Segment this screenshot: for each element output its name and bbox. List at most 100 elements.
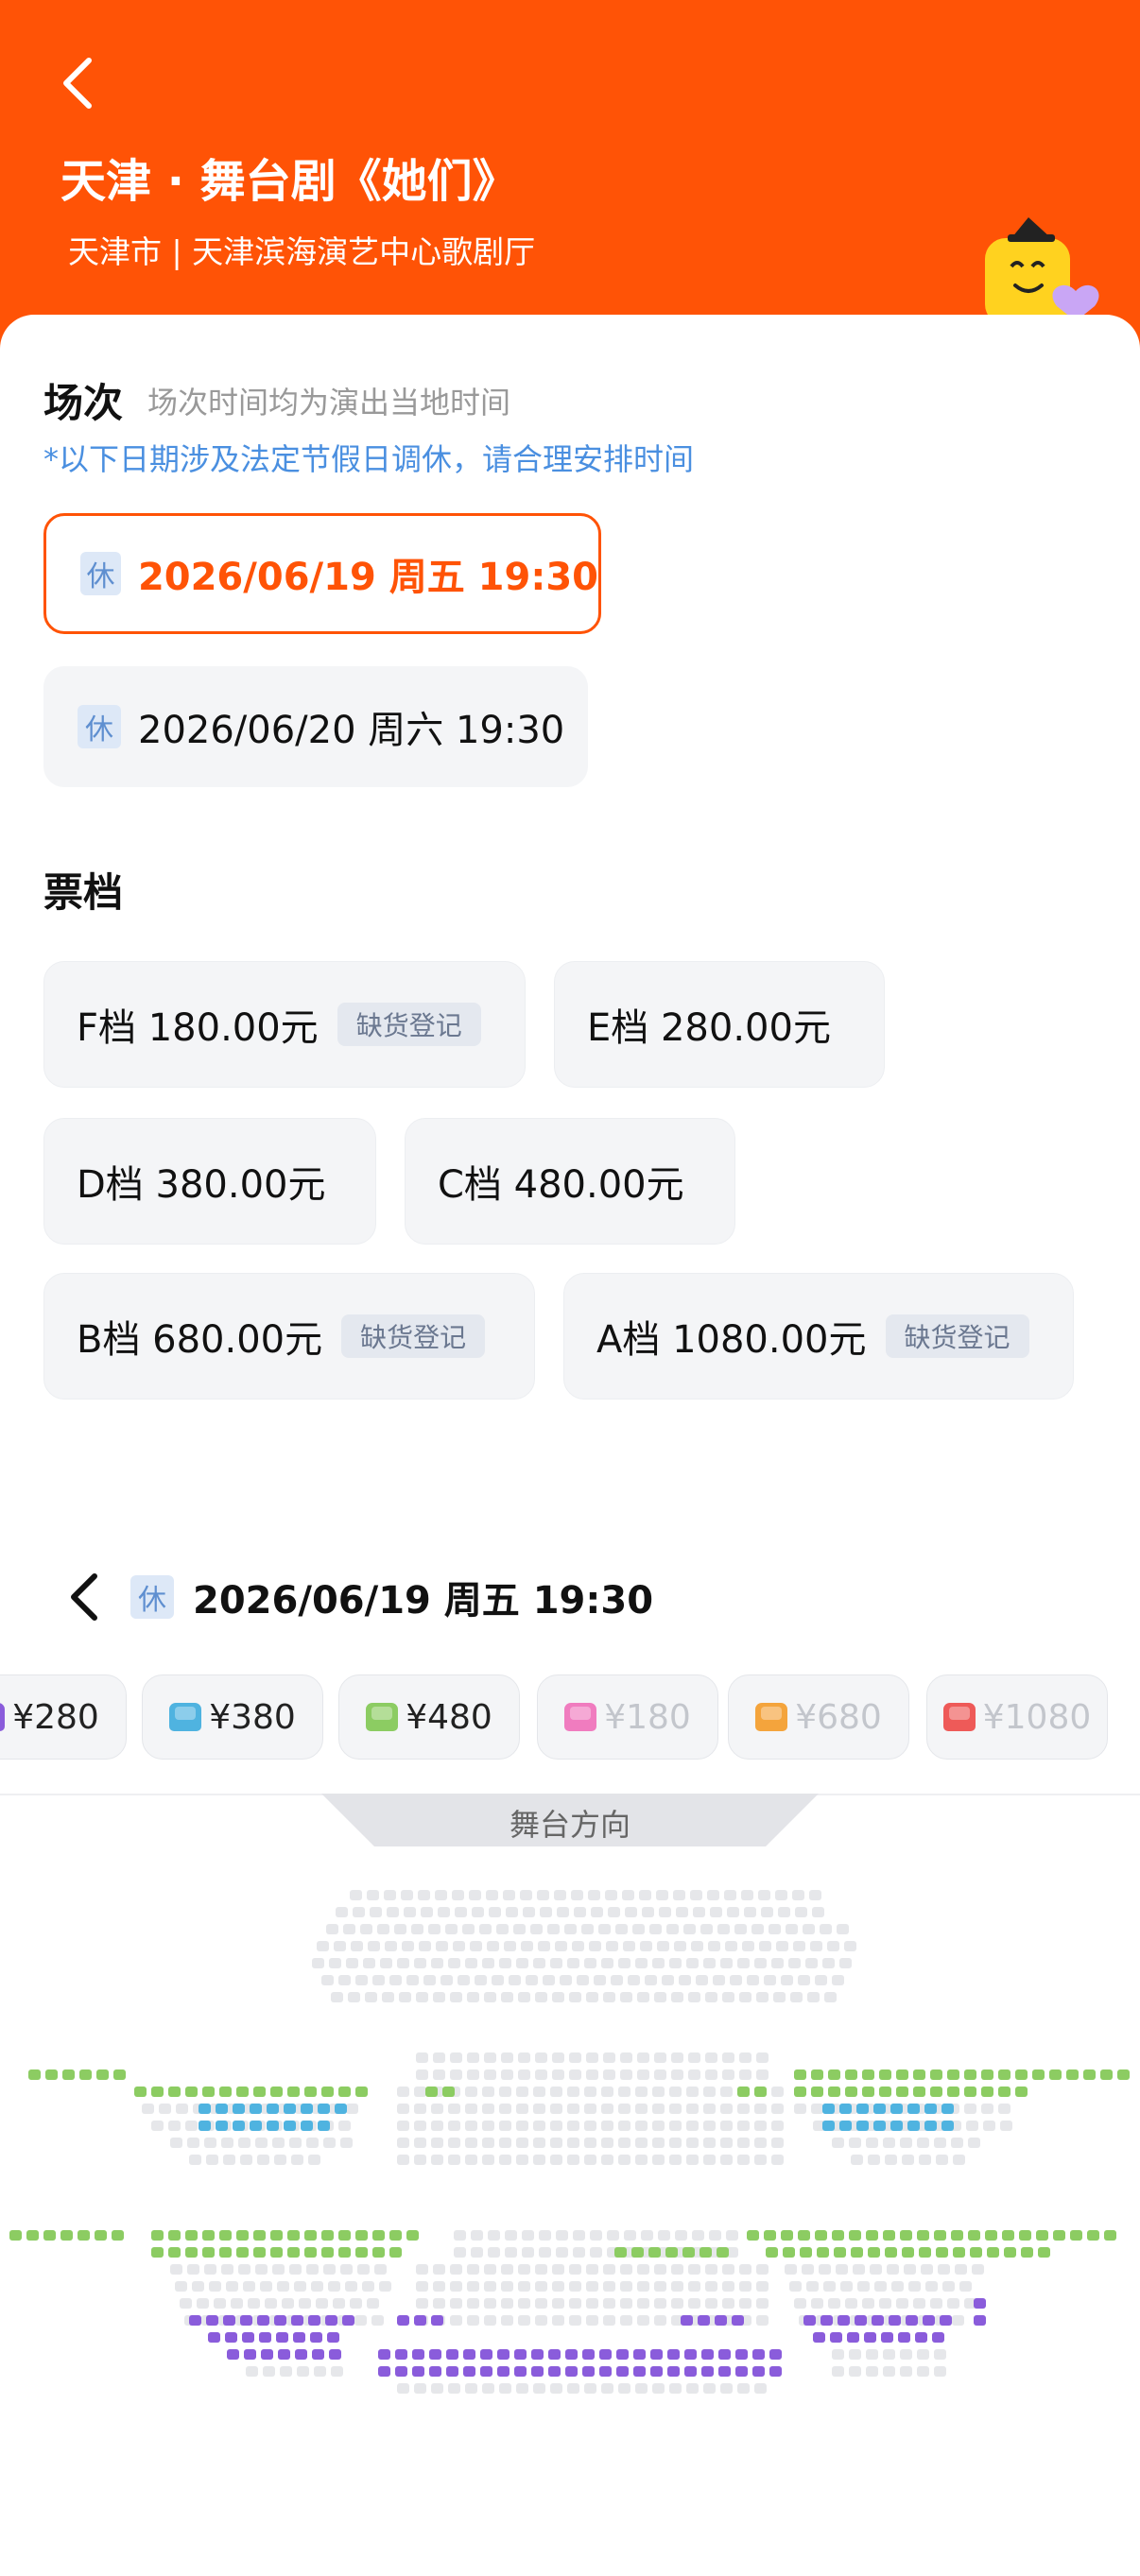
- seat: [411, 1924, 423, 1934]
- seat: [274, 2155, 286, 2165]
- seat: [431, 2155, 443, 2165]
- seat: [584, 2121, 596, 2131]
- price-chip[interactable]: ¥1080: [926, 1674, 1108, 1760]
- seat: [720, 2155, 733, 2165]
- seat: [338, 2247, 351, 2258]
- seat: [552, 2052, 564, 2063]
- seat: [345, 2281, 357, 2292]
- back-arrow-icon[interactable]: [55, 55, 102, 112]
- seat: [277, 2281, 289, 2292]
- seat: [836, 2264, 848, 2275]
- session-option-selected[interactable]: 休 2026/06/19 周五 19:30: [43, 513, 601, 634]
- seat: [887, 2264, 899, 2275]
- seat: [820, 2315, 833, 2326]
- session-option[interactable]: 休 2026/06/20 周六 19:30: [43, 666, 588, 787]
- seat: [482, 1958, 494, 1968]
- seat: [974, 2315, 986, 2326]
- seat: [429, 2366, 441, 2377]
- seat: [840, 2281, 853, 2292]
- seat: [718, 2366, 731, 2377]
- price-chip[interactable]: ¥480: [338, 1674, 520, 1760]
- seat: [601, 2155, 613, 2165]
- seat: [839, 1958, 852, 1968]
- seat: [883, 2366, 895, 2377]
- seat: [624, 2230, 636, 2241]
- price-chip[interactable]: ¥280: [0, 1674, 127, 1760]
- seat: [669, 2087, 682, 2097]
- seat: [635, 2104, 648, 2114]
- seat: [539, 2247, 551, 2258]
- seat: [484, 2052, 496, 2063]
- seat-map[interactable]: [0, 1880, 1140, 2447]
- seat: [523, 1907, 535, 1917]
- seat: [732, 2315, 744, 2326]
- seat: [446, 2349, 458, 2360]
- seat: [1049, 2069, 1062, 2080]
- price-chip[interactable]: ¥180: [537, 1674, 718, 1760]
- seat: [603, 2052, 615, 2063]
- tier-option[interactable]: E档 280.00元: [554, 961, 885, 1088]
- seat: [467, 2264, 479, 2275]
- seat: [329, 1958, 341, 1968]
- seat: [902, 2155, 914, 2165]
- seat: [809, 1890, 821, 1900]
- seat: [671, 2281, 683, 2292]
- seat: [974, 2298, 986, 2309]
- seat: [669, 2104, 682, 2114]
- seat: [338, 2087, 351, 2097]
- seat: [883, 2349, 895, 2360]
- seat: [331, 2366, 343, 2377]
- seat: [983, 2121, 995, 2131]
- seat: [618, 2155, 630, 2165]
- seat: [754, 2121, 767, 2131]
- seat: [764, 2230, 776, 2241]
- seat: [959, 2281, 972, 2292]
- tier-option[interactable]: B档 680.00元 缺货登记: [43, 1273, 535, 1400]
- seat: [690, 1890, 702, 1900]
- seat: [739, 1992, 751, 2002]
- seat: [737, 2155, 750, 2165]
- seat: [482, 2087, 494, 2097]
- seat: [365, 1992, 377, 2002]
- seat: [514, 2349, 527, 2360]
- seat: [730, 1975, 742, 1985]
- seat: [484, 2298, 496, 2309]
- price-chip[interactable]: ¥380: [142, 1674, 323, 1760]
- seat: [569, 2298, 581, 2309]
- price-chip[interactable]: ¥680: [728, 1674, 909, 1760]
- seat: [902, 2247, 914, 2258]
- seat: [584, 2104, 596, 2114]
- seat: [219, 2087, 232, 2097]
- seat: [819, 2264, 831, 2275]
- seatmap-session-header: 休 2026/06/19 周五 19:30: [66, 1569, 653, 1625]
- seat: [556, 2247, 568, 2258]
- holiday-badge: 休: [78, 705, 121, 748]
- seat: [291, 2155, 303, 2165]
- seat: [601, 2383, 613, 2394]
- tier-option[interactable]: C档 480.00元: [405, 1118, 735, 1245]
- seat: [530, 1924, 543, 1934]
- tier-option[interactable]: A档 1080.00元 缺货登记: [563, 1273, 1074, 1400]
- seat: [665, 2247, 678, 2258]
- seat: [584, 2087, 596, 2097]
- seat: [506, 1907, 518, 1917]
- seat: [134, 2087, 147, 2097]
- seat: [790, 1992, 803, 2002]
- seat: [771, 2138, 784, 2148]
- seat: [756, 2298, 769, 2309]
- seat: [648, 2247, 661, 2258]
- seat: [720, 2121, 733, 2131]
- seat: [518, 2315, 530, 2326]
- seat: [316, 2298, 328, 2309]
- tier-option[interactable]: F档 180.00元 缺货登记: [43, 961, 526, 1088]
- seat: [747, 2230, 759, 2241]
- seat: [701, 2349, 714, 2360]
- tier-option[interactable]: D档 380.00元: [43, 1118, 376, 1245]
- seat: [987, 2247, 999, 2258]
- seat: [934, 2366, 946, 2377]
- seat: [1066, 2069, 1079, 2080]
- seat: [936, 2247, 948, 2258]
- chevron-left-icon[interactable]: [66, 1571, 104, 1623]
- seat: [618, 1958, 630, 1968]
- seat: [331, 1992, 343, 2002]
